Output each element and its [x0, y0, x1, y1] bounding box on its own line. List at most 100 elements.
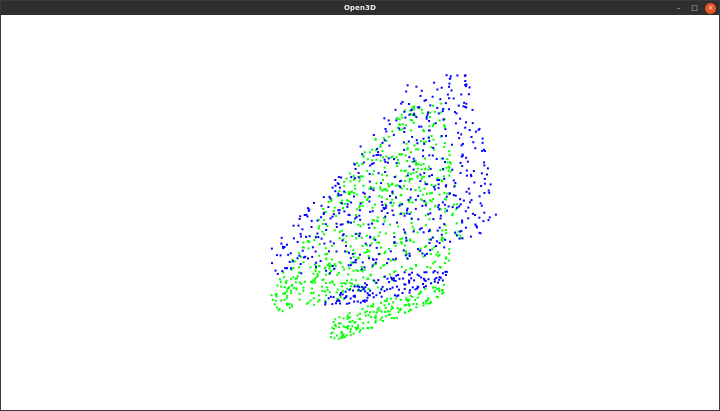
point [441, 110, 444, 113]
point [326, 225, 329, 227]
point [325, 257, 328, 260]
point [371, 219, 374, 221]
point [332, 210, 335, 212]
point [415, 148, 418, 151]
point [459, 234, 462, 237]
window-title: Open3D [344, 4, 376, 12]
point [322, 196, 325, 199]
point [372, 170, 375, 173]
point [420, 108, 423, 111]
point [436, 179, 439, 182]
point [444, 229, 447, 231]
point [354, 187, 357, 190]
point [373, 226, 376, 229]
minimize-icon[interactable]: – [673, 3, 684, 14]
point [352, 261, 355, 264]
point [406, 207, 409, 210]
point [464, 210, 467, 213]
point [382, 179, 384, 181]
point [400, 265, 403, 268]
point [398, 204, 401, 207]
point [392, 277, 395, 280]
point [428, 228, 431, 231]
point [435, 158, 438, 160]
close-icon[interactable]: × [705, 2, 716, 14]
point [349, 245, 352, 248]
point [421, 175, 424, 178]
point [378, 194, 381, 197]
point [408, 238, 411, 241]
point [429, 104, 432, 107]
point [341, 234, 344, 237]
point [350, 221, 352, 224]
point [408, 156, 411, 159]
point [402, 228, 405, 231]
3d-viewport[interactable] [1, 15, 719, 410]
point [361, 201, 364, 204]
title-bar[interactable]: Open3D – □ × [1, 1, 719, 15]
point [298, 254, 301, 257]
point [292, 276, 295, 279]
point [338, 190, 341, 192]
point [384, 161, 387, 163]
point [428, 218, 431, 221]
point [333, 263, 336, 266]
point [469, 201, 472, 204]
point [445, 232, 448, 235]
point [482, 220, 485, 223]
point [375, 182, 378, 185]
point [413, 160, 416, 163]
point [307, 301, 310, 304]
point [323, 219, 326, 222]
point [375, 158, 378, 161]
point [452, 194, 455, 196]
point [329, 281, 332, 284]
point [369, 273, 372, 276]
point [395, 257, 397, 260]
point-cloud-canvas[interactable] [1, 15, 719, 410]
point [372, 134, 375, 136]
point [433, 148, 436, 151]
point [335, 226, 338, 228]
point [331, 186, 334, 189]
point [461, 221, 464, 224]
point [289, 252, 292, 255]
point [425, 117, 428, 120]
point [461, 154, 464, 157]
point [336, 273, 339, 276]
point [442, 108, 445, 110]
point [405, 299, 408, 301]
point [359, 145, 362, 148]
point [443, 175, 445, 178]
point [425, 302, 428, 305]
point [429, 167, 432, 170]
point [335, 250, 338, 253]
point [408, 291, 411, 294]
point [359, 202, 362, 205]
point [400, 113, 403, 116]
point [331, 244, 334, 247]
point [420, 89, 423, 92]
point [434, 122, 437, 125]
point [331, 265, 334, 267]
maximize-icon[interactable]: □ [689, 3, 700, 14]
point [411, 106, 414, 109]
point [327, 206, 330, 208]
point [369, 164, 372, 167]
point [403, 184, 405, 187]
point [369, 210, 372, 213]
point [337, 337, 340, 340]
point [411, 135, 414, 138]
point [444, 128, 447, 131]
point [294, 281, 297, 284]
point [341, 265, 344, 268]
point [383, 158, 386, 161]
point [417, 163, 420, 166]
point [406, 257, 409, 260]
point [361, 307, 364, 310]
point [313, 303, 316, 306]
point [342, 325, 345, 328]
point [343, 268, 346, 271]
point [398, 277, 401, 280]
point [313, 201, 315, 204]
